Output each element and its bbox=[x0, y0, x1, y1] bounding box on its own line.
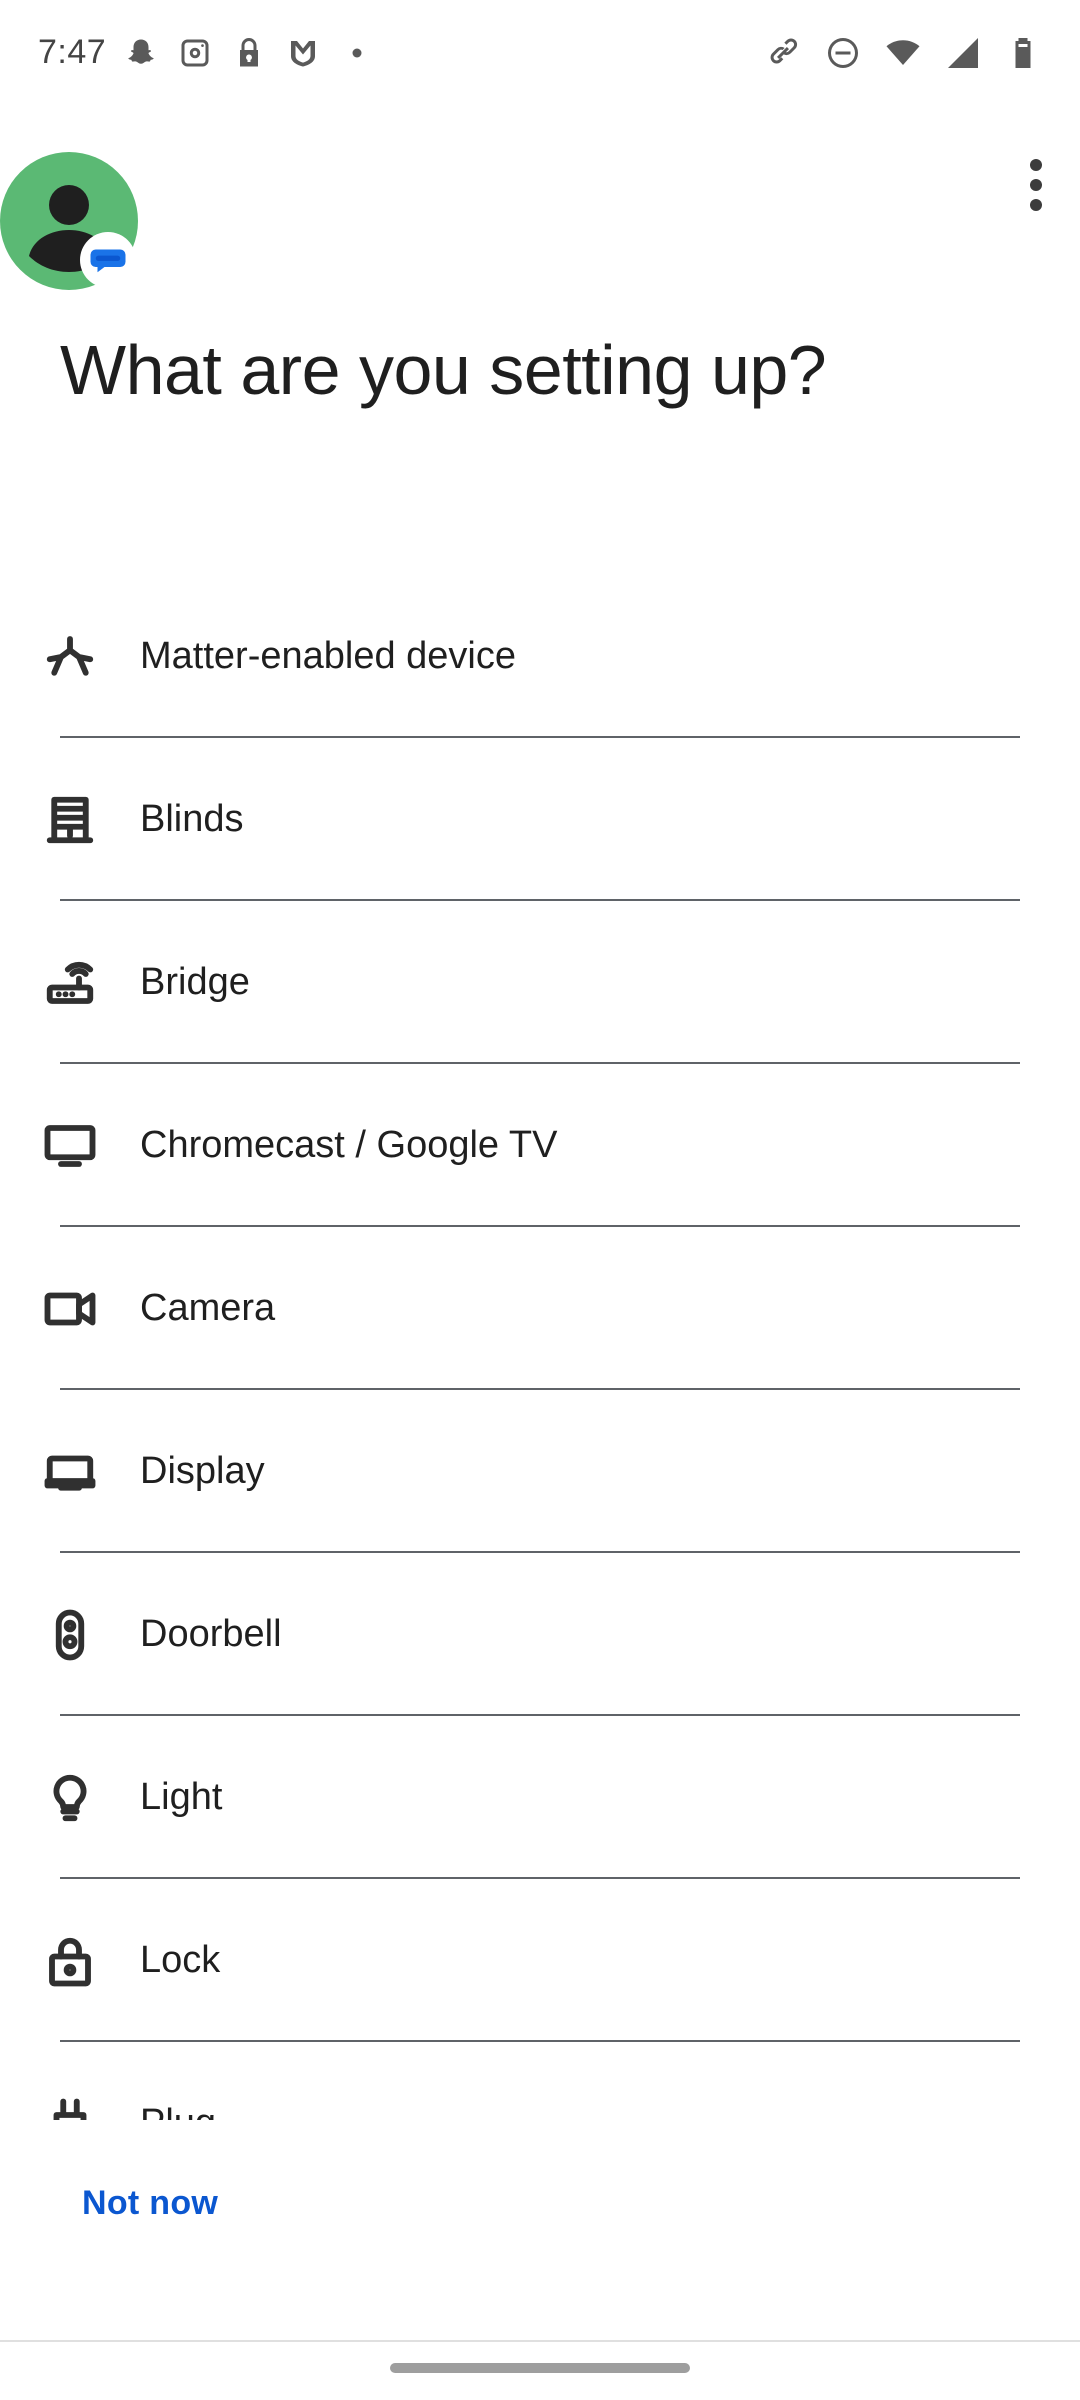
cell-signal-icon bbox=[944, 34, 982, 72]
link-icon bbox=[764, 34, 802, 72]
blinds-icon bbox=[40, 790, 100, 850]
device-item-bridge[interactable]: Bridge bbox=[0, 901, 1080, 1064]
home-indicator[interactable] bbox=[390, 2363, 690, 2373]
device-item-blinds[interactable]: Blinds bbox=[0, 738, 1080, 901]
not-now-button[interactable]: Not now bbox=[82, 2184, 218, 2223]
status-time: 7:47 bbox=[38, 33, 107, 71]
messages-badge-icon bbox=[80, 232, 136, 288]
device-label: Display bbox=[140, 1450, 265, 1492]
shield-app-icon bbox=[284, 34, 322, 72]
device-item-camera[interactable]: Camera bbox=[0, 1227, 1080, 1390]
device-label: Blinds bbox=[140, 798, 244, 840]
device-item-matter[interactable]: Matter-enabled device bbox=[0, 575, 1080, 738]
device-label: Doorbell bbox=[140, 1613, 282, 1655]
lightbulb-icon bbox=[40, 1768, 100, 1828]
device-list[interactable]: Matter-enabled device Blinds Bridge Chro… bbox=[0, 575, 1080, 2120]
device-label: Camera bbox=[140, 1287, 276, 1329]
device-item-lock[interactable]: Lock bbox=[0, 1879, 1080, 2042]
display-icon bbox=[40, 1442, 100, 1502]
dot-icon bbox=[338, 34, 376, 72]
device-label: Chromecast / Google TV bbox=[140, 1124, 558, 1166]
device-item-light[interactable]: Light bbox=[0, 1716, 1080, 1879]
device-label: Matter-enabled device bbox=[140, 635, 516, 677]
status-left: 7:47 bbox=[38, 33, 376, 72]
bottom-divider bbox=[0, 2340, 1080, 2342]
matter-icon bbox=[40, 627, 100, 687]
device-item-chromecast[interactable]: Chromecast / Google TV bbox=[0, 1064, 1080, 1227]
device-item-doorbell[interactable]: Doorbell bbox=[0, 1553, 1080, 1716]
page-title: What are you setting up? bbox=[60, 331, 827, 409]
more-vert-icon[interactable] bbox=[1006, 150, 1066, 220]
status-bar: 7:47 bbox=[0, 0, 1080, 105]
lock-icon bbox=[40, 1931, 100, 1991]
device-item-plug[interactable]: Plug bbox=[0, 2042, 1080, 2120]
tv-icon bbox=[40, 1116, 100, 1176]
router-icon bbox=[40, 953, 100, 1013]
device-item-display[interactable]: Display bbox=[0, 1390, 1080, 1553]
do-not-disturb-icon bbox=[824, 34, 862, 72]
device-label: Bridge bbox=[140, 961, 250, 1003]
device-label: Lock bbox=[140, 1939, 221, 1981]
device-label: Plug bbox=[140, 2102, 216, 2120]
status-right bbox=[764, 34, 1042, 72]
plug-icon bbox=[40, 2094, 100, 2120]
videocam-icon bbox=[40, 1279, 100, 1339]
lock-notification-icon bbox=[230, 34, 268, 72]
device-label: Light bbox=[140, 1776, 223, 1818]
snapchat-icon bbox=[122, 34, 160, 72]
instagram-icon bbox=[176, 34, 214, 72]
battery-icon bbox=[1004, 34, 1042, 72]
doorbell-icon bbox=[40, 1605, 100, 1665]
wifi-icon bbox=[884, 34, 922, 72]
